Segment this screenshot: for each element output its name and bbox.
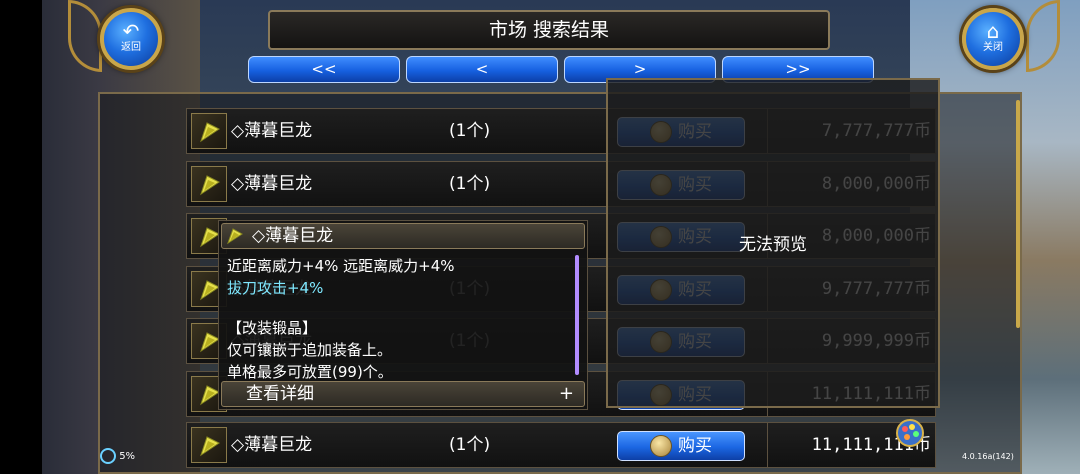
preview-unavailable-text: 无法预览 [739, 235, 807, 255]
tooltip-title: ◇薄暮巨龙 [252, 226, 334, 246]
close-button[interactable]: ⌂ 关闭 [962, 8, 1024, 70]
view-details-button[interactable]: 查看详细 + [221, 381, 585, 407]
tooltip-desc-line: 仅可镶嵌于追加装备上。 [227, 341, 393, 359]
crystal-icon [191, 166, 227, 202]
item-quantity: (1个) [449, 174, 491, 194]
home-icon: ⌂ [986, 19, 1000, 43]
back-button-label: 返回 [121, 42, 141, 53]
page-title: 市场 搜索结果 [268, 10, 830, 50]
item-tooltip: ◇薄暮巨龙 近距离威力+4% 远距离威力+4% 拔刀攻击+4% 【改装锻晶】 仅… [218, 220, 588, 410]
tooltip-stat-line: 近距离威力+4% 远距离威力+4% [227, 257, 455, 275]
list-item[interactable]: ◇薄暮巨龙(1个)购买11,111,111币 [186, 422, 936, 468]
list-scrollbar[interactable] [1016, 100, 1020, 328]
plus-icon: + [558, 383, 574, 404]
buy-label: 购买 [678, 436, 712, 456]
item-name: ◇薄暮巨龙 [231, 121, 313, 141]
view-details-label: 查看详细 [246, 384, 314, 404]
buy-button[interactable]: 购买 [617, 431, 745, 461]
battery-status: 5% [100, 448, 135, 464]
version-label: 4.0.16a(142) [962, 452, 1014, 461]
coin-icon [650, 435, 672, 457]
tooltip-desc-line: 单格最多可放置(99)个。 [227, 363, 393, 381]
tooltip-bonus-line: 拔刀攻击+4% [227, 279, 324, 297]
screen-edge [0, 0, 42, 474]
item-preview-panel: 无法预览 [606, 78, 940, 408]
item-name: ◇薄暮巨龙 [231, 174, 313, 194]
close-button-label: 关闭 [983, 42, 1003, 53]
back-arrow-icon: ↶ [122, 19, 140, 43]
crystal-icon [191, 427, 227, 463]
item-quantity: (1个) [449, 435, 491, 455]
crystal-icon [227, 228, 243, 245]
tooltip-header: ◇薄暮巨龙 [221, 223, 585, 249]
column-divider [767, 423, 768, 467]
palette-icon[interactable] [895, 418, 925, 448]
first-page-button[interactable]: << [248, 56, 400, 83]
prev-page-button[interactable]: < [406, 56, 558, 83]
item-name: ◇薄暮巨龙 [231, 435, 313, 455]
item-quantity: (1个) [449, 121, 491, 141]
tooltip-scrollbar[interactable] [575, 255, 579, 375]
battery-level: 5% [119, 451, 136, 462]
tooltip-category: 【改装锻晶】 [227, 319, 318, 337]
back-button[interactable]: ↶ 返回 [100, 8, 162, 70]
battery-icon [100, 448, 116, 464]
crystal-icon [191, 113, 227, 149]
